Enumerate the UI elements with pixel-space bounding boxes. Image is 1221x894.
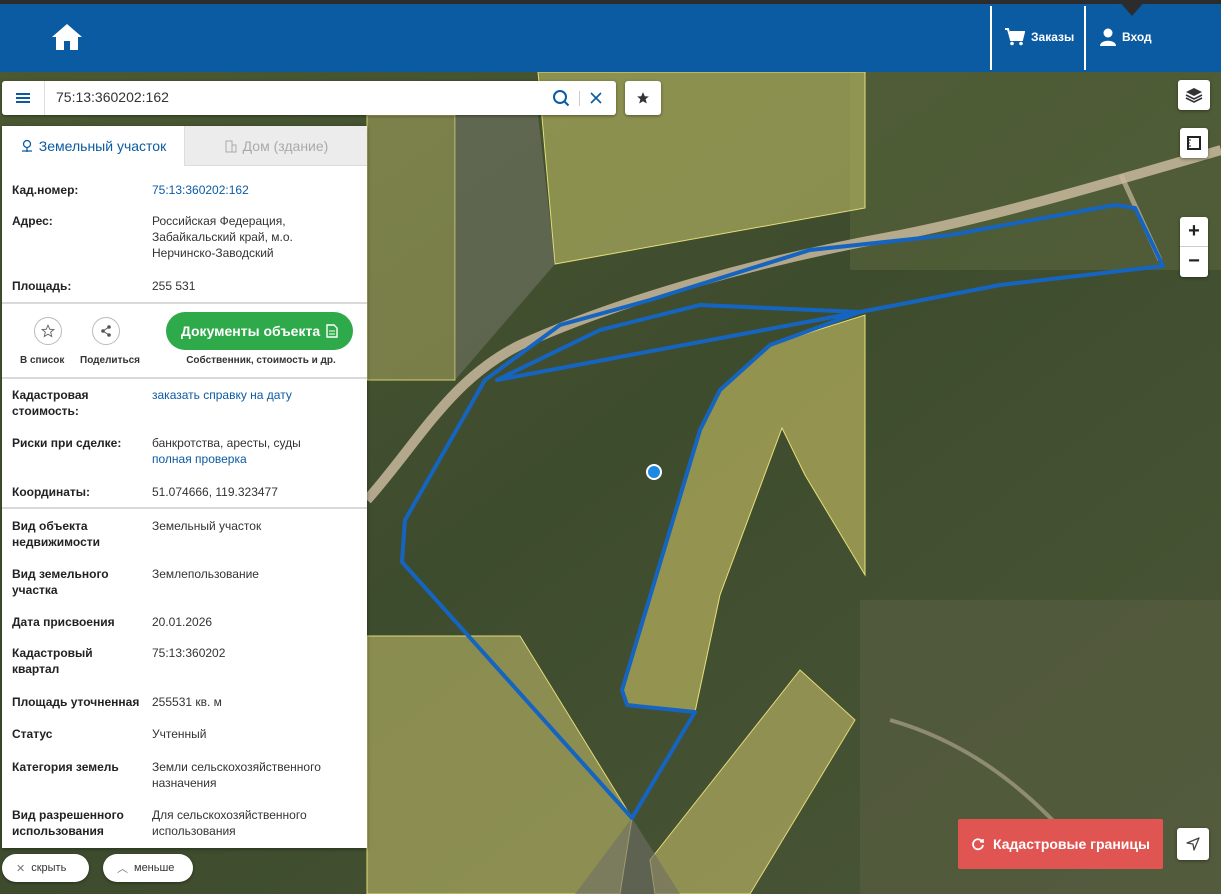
field-label: Вид земельного участка: [12, 567, 109, 597]
parcel-info-panel: Земельный участок Дом (здание) Кад.номер…: [2, 126, 367, 848]
geolocation-button[interactable]: [1177, 828, 1209, 860]
assign-date-value: 20.01.2026: [152, 615, 213, 629]
tab-land-plot[interactable]: Земельный участок: [2, 126, 184, 166]
favorite-button[interactable]: [625, 81, 661, 115]
location-marker: [646, 464, 662, 480]
login-button[interactable]: Вход: [1100, 22, 1152, 52]
location-pin-icon: [21, 139, 32, 152]
home-icon[interactable]: [50, 22, 84, 52]
field-label: Площадь:: [12, 279, 72, 293]
document-icon: [326, 324, 338, 338]
field-label: Кадастровая стоимость:: [12, 388, 89, 418]
zoom-control: + −: [1180, 217, 1208, 277]
cad-quarter-value: 75:13:360202: [152, 646, 226, 660]
tab-label: Земельный участок: [38, 138, 167, 154]
risks-value: банкротства, аресты, суды полная проверк…: [152, 435, 352, 467]
status-value: Учтенный: [152, 727, 207, 741]
navigation-arrow-icon: [1186, 837, 1200, 851]
orders-button[interactable]: Заказы: [1005, 22, 1074, 52]
hide-label: скрыть: [31, 862, 67, 874]
add-to-list-label: В список: [20, 355, 65, 366]
user-icon: [1100, 28, 1116, 46]
field-label: Кад.номер:: [12, 183, 79, 197]
cad-number-link[interactable]: 75:13:360202:162: [152, 182, 352, 198]
area-precise-value: 255531 кв. м: [152, 695, 222, 709]
building-icon: [225, 140, 237, 152]
orders-label: Заказы: [1031, 30, 1075, 44]
field-label: Координаты:: [12, 485, 91, 499]
field-label: Вид объекта недвижимости: [12, 519, 100, 549]
top-notch: [1118, 0, 1146, 16]
field-label: Статус: [12, 727, 53, 741]
cart-icon: [1005, 28, 1025, 46]
chevron-up-icon: ︿: [117, 863, 128, 875]
add-to-list-button[interactable]: [34, 317, 62, 345]
share-label: Поделиться: [80, 355, 141, 366]
search-input[interactable]: [56, 89, 526, 105]
order-certificate-link[interactable]: заказать справку на дату: [152, 387, 352, 403]
neighbor-parcel: [366, 114, 456, 381]
land-category-value: Земли сельскохозяйственного назначения: [152, 760, 321, 790]
hamburger-icon: [16, 91, 30, 105]
top-stripe: [0, 0, 1221, 4]
star-icon: [637, 92, 649, 104]
field-label: Дата присвоения: [12, 615, 115, 629]
risks-text: банкротства, аресты, суды: [152, 436, 301, 450]
cadastral-borders-label: Кадастровые границы: [993, 836, 1150, 852]
land-type-value: Землепользование: [152, 567, 259, 581]
share-icon: [101, 325, 111, 337]
search-bar: [2, 81, 616, 115]
close-icon: ✕: [16, 862, 26, 875]
documents-label: Документы объекта: [180, 323, 321, 339]
full-check-link[interactable]: полная проверка: [152, 452, 247, 466]
less-label: меньше: [134, 862, 175, 874]
field-label: Риски при сделке:: [12, 436, 122, 450]
measure-button[interactable]: [1180, 128, 1208, 158]
menu-button[interactable]: [2, 81, 45, 115]
search-icon[interactable]: [552, 89, 570, 107]
field-label: Площадь уточненная: [12, 695, 140, 709]
top-navigation-bar: Заказы Вход: [0, 0, 1221, 72]
field-label: Вид разрешенного использования: [12, 808, 124, 838]
login-label: Вход: [1122, 30, 1152, 44]
header-divider: [1084, 6, 1086, 70]
star-outline-icon: [41, 324, 55, 338]
search-divider: [579, 91, 580, 106]
field-label: Адрес:: [12, 214, 53, 228]
area-value: 255 531: [152, 279, 196, 293]
cadastral-borders-button[interactable]: Кадастровые границы: [958, 819, 1163, 869]
hide-button[interactable]: ✕ скрыть: [2, 854, 89, 882]
refresh-icon: [972, 838, 984, 851]
object-type-value: Земельный участок: [152, 519, 262, 533]
zoom-out-button[interactable]: −: [1180, 247, 1208, 276]
documents-button[interactable]: Документы объекта: [166, 312, 353, 350]
divider: [2, 377, 367, 379]
documents-subtitle: Собственник, стоимость и др.: [186, 355, 336, 366]
field-label: Категория земель: [12, 760, 119, 774]
clear-icon[interactable]: [588, 90, 604, 106]
divider: [2, 302, 367, 304]
layers-button[interactable]: [1178, 80, 1210, 110]
divider: [2, 507, 367, 509]
less-button[interactable]: ︿ меньше: [103, 854, 193, 882]
share-button[interactable]: [92, 317, 120, 345]
ruler-icon: [1187, 136, 1201, 150]
panel-tabs: Земельный участок Дом (здание): [2, 126, 367, 166]
tab-label: Дом (здание): [242, 137, 329, 154]
zoom-in-button[interactable]: +: [1180, 217, 1208, 247]
field-label: Кадастровый квартал: [12, 646, 93, 676]
layers-icon: [1185, 88, 1203, 103]
header-divider: [990, 6, 992, 70]
permitted-use-value: Для сельскохозяйственного использования: [152, 808, 307, 838]
tab-building[interactable]: Дом (здание): [184, 126, 367, 166]
address-value: Российская Федерация, Забайкальский край…: [152, 214, 293, 260]
coords-value: 51.074666, 119.323477: [152, 485, 278, 499]
